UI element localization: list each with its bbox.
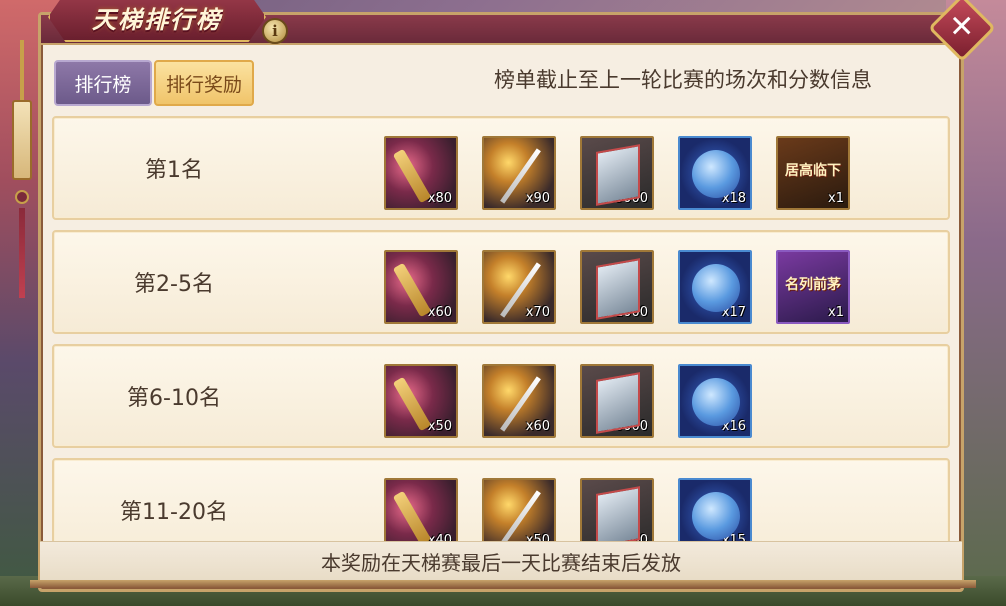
- orb-reward-item[interactable]: x18: [678, 136, 752, 210]
- title-badge-reward-item[interactable]: 居高临下 x1: [776, 136, 850, 210]
- item-quantity: x10000: [598, 419, 648, 434]
- tab-ranking-rewards[interactable]: 排行奖励: [154, 60, 254, 106]
- item-quantity: x15000: [598, 191, 648, 206]
- key-reward-item[interactable]: x80: [384, 136, 458, 210]
- tab-ranking-label: 排行榜: [74, 73, 132, 96]
- reward-items: x80 x90 x15000 x18 居高临下 x1: [384, 136, 850, 210]
- rank-label: 第11-20名: [120, 500, 228, 525]
- footer-note: 本奖励在天梯赛最后一天比赛结束后发放: [40, 541, 962, 581]
- item-quantity: x60: [525, 419, 550, 434]
- close-icon: ✕: [949, 9, 975, 45]
- book-reward-item[interactable]: x9000: [580, 478, 654, 542]
- key-reward-item[interactable]: x40: [384, 478, 458, 542]
- reward-row: 第11-20名 x40 x50 x9000 x15: [52, 458, 950, 542]
- item-quantity: x12000: [598, 305, 648, 320]
- item-quantity: x60: [427, 305, 452, 320]
- rank-label: 第1名: [145, 158, 203, 183]
- item-quantity: x1: [828, 191, 844, 206]
- reward-items: x50 x60 x10000 x16: [384, 364, 752, 438]
- hanging-ornament: [10, 40, 34, 298]
- tab-ranking-rewards-label: 排行奖励: [165, 73, 242, 96]
- key-reward-item[interactable]: x60: [384, 250, 458, 324]
- book-reward-item[interactable]: x12000: [580, 250, 654, 324]
- info-glyph: i: [272, 22, 278, 40]
- book-reward-item[interactable]: x15000: [580, 136, 654, 210]
- orb-reward-item[interactable]: x17: [678, 250, 752, 324]
- item-quantity: x50: [427, 419, 452, 434]
- item-quantity: x1: [828, 305, 844, 320]
- cutoff-note: 榜单截止至上一轮比赛的场次和分数信息: [494, 68, 872, 92]
- orb-reward-item[interactable]: x16: [678, 364, 752, 438]
- title-badge-name: 居高临下: [785, 163, 841, 179]
- reward-list[interactable]: 第1名 x80 x90 x15000 x18 居高临下 x1 第2-5名 x60 x70 x1200…: [48, 112, 954, 542]
- rank-label: 第6-10名: [127, 386, 221, 411]
- rank-label: 第2-5名: [134, 272, 214, 297]
- sword-reward-item[interactable]: x60: [482, 364, 556, 438]
- orb-reward-item[interactable]: x15: [678, 478, 752, 542]
- page-title: 天梯排行榜: [92, 4, 222, 34]
- title-badge-reward-item[interactable]: 名列前茅 x1: [776, 250, 850, 324]
- item-quantity: x17: [721, 305, 746, 320]
- sword-reward-item[interactable]: x70: [482, 250, 556, 324]
- info-icon[interactable]: i: [262, 18, 288, 44]
- title-badge-name: 名列前茅: [785, 277, 841, 293]
- book-reward-item[interactable]: x10000: [580, 364, 654, 438]
- reward-row: 第2-5名 x60 x70 x12000 x17 名列前茅 x1: [52, 230, 950, 334]
- item-quantity: x80: [427, 191, 452, 206]
- item-quantity: x70: [525, 305, 550, 320]
- tab-ranking[interactable]: 排行榜: [54, 60, 152, 106]
- key-reward-item[interactable]: x50: [384, 364, 458, 438]
- panel-bottom-frame: [30, 580, 976, 588]
- footer-text: 本奖励在天梯赛最后一天比赛结束后发放: [321, 551, 681, 575]
- title-banner: 天梯排行榜: [48, 0, 266, 42]
- item-quantity: x16: [721, 419, 746, 434]
- reward-row: 第1名 x80 x90 x15000 x18 居高临下 x1: [52, 116, 950, 220]
- reward-items: x60 x70 x12000 x17 名列前茅 x1: [384, 250, 850, 324]
- item-quantity: x18: [721, 191, 746, 206]
- reward-row: 第6-10名 x50 x60 x10000 x16: [52, 344, 950, 448]
- sword-reward-item[interactable]: x50: [482, 478, 556, 542]
- item-quantity: x90: [525, 191, 550, 206]
- reward-items: x40 x50 x9000 x15: [384, 478, 752, 542]
- sword-reward-item[interactable]: x90: [482, 136, 556, 210]
